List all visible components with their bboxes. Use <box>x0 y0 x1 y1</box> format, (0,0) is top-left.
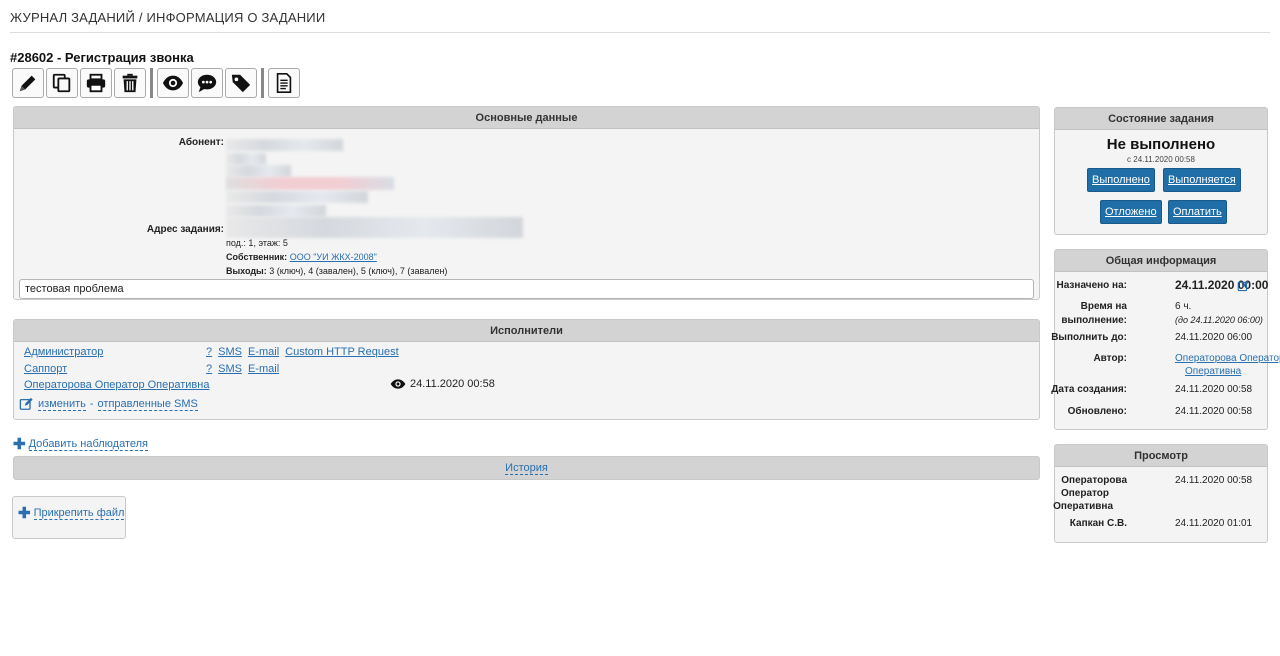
attach-file-box[interactable]: ✚ Прикрепить файл <box>12 496 126 539</box>
floor-info: под.: 1, этаж: 5 <box>226 238 288 248</box>
viewed-time: 24.11.2020 00:58 <box>410 378 495 390</box>
panel-header: Основные данные <box>14 107 1039 129</box>
blurred-data <box>226 177 394 190</box>
viewer-name: Капкан С.В. <box>1069 518 1127 529</box>
task-title: #28602 - Регистрация звонка <box>10 50 194 65</box>
viewer-name: Оператор <box>1060 488 1109 499</box>
blurred-address <box>226 217 523 238</box>
author-link[interactable]: Операторова Оператор <box>1175 353 1280 364</box>
print-icon[interactable] <box>80 68 112 98</box>
panel-header: Исполнители <box>14 320 1039 342</box>
executor-link[interactable]: Операторова Оператор Оперативна <box>24 379 209 391</box>
blurred-data <box>226 205 326 217</box>
address-label: Адрес задания: <box>146 224 224 235</box>
author-link[interactable]: Оперативна <box>1185 366 1241 377</box>
plus-icon: ✚ <box>13 435 26 453</box>
status-text: Не выполнено <box>1106 136 1216 153</box>
panel-header: Просмотр <box>1055 445 1267 467</box>
pay-button[interactable]: Оплатить <box>1168 200 1227 224</box>
general-info-panel: Общая информация Назначено на: 24.11.202… <box>1051 249 1280 430</box>
plus-icon: ✚ <box>18 504 31 522</box>
in-progress-button[interactable]: Выполняется <box>1163 168 1241 192</box>
updated-label: Обновлено: <box>1067 406 1127 417</box>
tag-icon[interactable] <box>225 68 257 98</box>
document-icon[interactable] <box>268 68 300 98</box>
executors-panel: Исполнители Администратор ? SMS E-mail Cust… <box>13 319 1040 420</box>
help-link[interactable]: ? <box>206 346 212 358</box>
exits-value: 3 (ключ), 4 (завален), 5 (ключ), 7 (зава… <box>269 266 448 276</box>
main-data-panel: Основные данные Абонент: Адрес задания: … <box>13 106 1040 300</box>
duration-label: выполнение: <box>1061 315 1127 326</box>
author-label: Автор: <box>1093 353 1127 364</box>
viewer-name: Операторова <box>1061 475 1127 486</box>
sms-link[interactable]: SMS <box>218 363 242 375</box>
sent-sms-link[interactable]: отправленные SMS <box>97 398 198 411</box>
deadline-value: 24.11.2020 06:00 <box>1175 332 1253 343</box>
subscriber-label: Абонент: <box>178 137 224 148</box>
problem-text[interactable]: тестовая проблема <box>19 279 1034 299</box>
created-value: 24.11.2020 00:58 <box>1175 384 1253 395</box>
trash-icon[interactable] <box>114 68 146 98</box>
edit-icon[interactable] <box>19 397 34 411</box>
blurred-data <box>226 165 291 177</box>
status-since: с 24.11.2020 00:58 <box>1127 155 1195 164</box>
email-link[interactable]: E-mail <box>248 363 279 375</box>
duration-until: (до 24.11.2020 06:00) <box>1175 315 1263 325</box>
viewer-name: Оперативна <box>1053 501 1113 512</box>
blurred-subscriber <box>226 139 343 151</box>
owner-label: Собственник: <box>226 252 288 262</box>
email-link[interactable]: E-mail <box>248 346 279 358</box>
duration-value: 6 ч. <box>1175 301 1192 312</box>
toolbar <box>12 68 302 98</box>
toolbar-separator <box>261 68 264 98</box>
blurred-data <box>226 153 266 165</box>
change-executors-link[interactable]: изменить <box>38 398 86 411</box>
postponed-button[interactable]: Отложено <box>1100 200 1162 224</box>
attach-file-link[interactable]: Прикрепить файл <box>33 507 125 520</box>
updated-value: 24.11.2020 00:58 <box>1175 406 1253 417</box>
separator: - <box>89 398 94 410</box>
help-link[interactable]: ? <box>206 363 212 375</box>
add-watcher[interactable]: ✚ Добавить наблюдателя <box>13 435 149 453</box>
panel-header: Состояние задания <box>1055 108 1267 130</box>
history-panel[interactable]: История <box>13 456 1040 480</box>
edit-icon[interactable] <box>12 68 44 98</box>
exits-label: Выходы: <box>226 266 267 276</box>
views-panel: Просмотр Операторова 24.11.2020 00:58 Оп… <box>1053 444 1268 543</box>
owner-link[interactable]: ООО "УИ ЖКХ-2008" <box>290 252 377 262</box>
eye-icon <box>390 379 406 389</box>
eye-icon[interactable] <box>157 68 189 98</box>
breadcrumb: ЖУРНАЛ ЗАДАНИЙ / ИНФОРМАЦИЯ О ЗАДАНИИ <box>10 10 326 25</box>
assigned-label: Назначено на: <box>1056 280 1127 291</box>
blurred-data <box>226 191 368 203</box>
duration-label: Время на <box>1080 301 1127 312</box>
viewer-time: 24.11.2020 01:01 <box>1175 518 1253 529</box>
http-request-link[interactable]: Custom HTTP Request <box>285 346 399 358</box>
deadline-label: Выполнить до: <box>1051 332 1127 343</box>
edit-icon[interactable] <box>1237 280 1250 292</box>
executor-link[interactable]: Администратор <box>24 346 103 358</box>
history-link[interactable]: История <box>505 462 548 475</box>
sms-link[interactable]: SMS <box>218 346 242 358</box>
panel-header: Общая информация <box>1055 250 1267 272</box>
created-label: Дата создания: <box>1051 384 1127 395</box>
executor-link[interactable]: Саппорт <box>24 363 67 375</box>
viewer-time: 24.11.2020 00:58 <box>1175 475 1253 486</box>
assigned-value: 24.11.2020 00:00 <box>1175 278 1269 292</box>
copy-icon[interactable] <box>46 68 78 98</box>
status-panel: Состояние задания Не выполнено с 24.11.2… <box>1054 107 1268 235</box>
add-watcher-link[interactable]: Добавить наблюдателя <box>28 438 149 451</box>
divider <box>10 32 1270 33</box>
done-button[interactable]: Выполнено <box>1087 168 1155 192</box>
comment-icon[interactable] <box>191 68 223 98</box>
toolbar-separator <box>150 68 153 98</box>
